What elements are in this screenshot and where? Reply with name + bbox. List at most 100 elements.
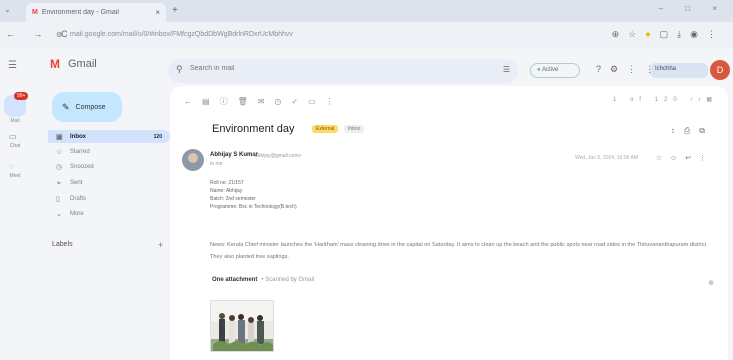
sidebar-item-more[interactable]: ⌄ More <box>48 207 170 220</box>
report-spam-icon[interactable]: ⓘ <box>220 97 238 106</box>
print-icon[interactable]: ⎙ <box>684 126 699 135</box>
attachment-thumbnail[interactable] <box>210 300 274 352</box>
bookmark-star-icon[interactable]: ☆ <box>628 29 645 39</box>
more-options-icon[interactable]: ⋮ <box>326 97 344 106</box>
sidebar-item-label: Drafts <box>70 195 87 202</box>
detail-line: Name: Abhijay <box>210 188 243 194</box>
tab-close-icon[interactable]: × <box>155 8 160 17</box>
gmail-window: ⌄ M Environment day - Gmail × + – □ × ← … <box>0 0 733 360</box>
pager: 1 of 120 ‹›▦ <box>613 96 718 103</box>
search-filter-icon[interactable]: ☰ <box>503 65 510 74</box>
account-chip[interactable]: Ichchha <box>650 63 708 78</box>
compose-button[interactable]: ✎ Compose <box>52 92 122 122</box>
add-task-icon[interactable]: ✓ <box>291 97 308 106</box>
archive-icon[interactable]: ▤ <box>202 97 220 106</box>
message-view: ←▤ⓘ🗑✉◷✓▭⋮ 1 of 120 ‹›▦ Environment day E… <box>170 86 728 360</box>
profile-icon[interactable]: ◉ <box>690 29 707 39</box>
new-tab-button[interactable]: + <box>172 5 178 16</box>
recipient-line[interactable]: to me <box>210 161 223 167</box>
scan-note: • Scanned by Gmail <box>261 277 315 283</box>
zoom-icon[interactable]: ⊕ <box>612 29 629 39</box>
back-arrow-icon[interactable]: ← <box>184 97 202 106</box>
sidebar-item-label: Snoozed <box>70 163 94 170</box>
snooze-icon[interactable]: ◷ <box>274 97 291 106</box>
labels-heading: Labels <box>52 241 73 248</box>
emoji-icon[interactable]: ☺ <box>670 155 685 162</box>
message-date: Wed, Jun 5, 2024, 10:00 AM <box>575 155 639 161</box>
browser-tab[interactable]: M Environment day - Gmail × <box>26 3 166 22</box>
chat-icon[interactable]: ▭ <box>9 132 17 141</box>
browser-action-icons: ⊕☆●▢⤓◉⋮ <box>612 29 725 40</box>
status-label: Active <box>541 67 559 73</box>
message-toolbar: ←▤ⓘ🗑✉◷✓▭⋮ <box>184 96 344 107</box>
nav-buttons[interactable]: ← → C <box>6 29 76 39</box>
sidebar-item-starred[interactable]: ☆ Starred <box>48 145 170 158</box>
sender-name[interactable]: Abhijay S Kumar <box>210 152 258 158</box>
browser-toolbar: ← → C ⚙ mail.google.com/mail/u/0/#inbox/… <box>0 22 733 48</box>
attachment-heading: One attachment • Scanned by Gmail <box>212 277 314 283</box>
browser-menu-icon[interactable]: ⋮ <box>707 29 725 39</box>
window-controls[interactable]: – □ × <box>659 4 727 13</box>
gmail-wordmark[interactable]: Gmail <box>68 58 97 70</box>
delete-icon[interactable]: 🗑 <box>238 97 258 106</box>
sidebar-item-sent[interactable]: ➢ Sent <box>48 176 170 189</box>
star-icon[interactable]: ☆ <box>656 155 670 162</box>
status-dot-icon: ● <box>537 67 541 73</box>
sender-avatar[interactable] <box>182 149 204 171</box>
student-details: Roll no: 21/157 Name: Abhijay Batch: 2nd… <box>210 179 297 211</box>
inbox-count: 120 <box>153 133 162 140</box>
tab-search-icon[interactable]: ⌄ <box>4 5 11 14</box>
sidebar-item-label: Sent <box>70 179 83 186</box>
message-action-icons: ☆☺↩⋮ <box>656 154 714 162</box>
gmail-logo-icon[interactable]: M <box>50 57 60 71</box>
sidebar-item-label: Starred <box>70 148 90 155</box>
reply-icon[interactable]: ↩ <box>685 155 699 162</box>
detail-line: Batch: 2nd semester <box>210 196 256 202</box>
open-new-window-icon[interactable]: ⧉ <box>699 126 714 135</box>
detail-line: Programme: Bsc in Technology(B.tech) <box>210 204 297 210</box>
settings-gear-icon[interactable]: ⚙ <box>610 64 627 74</box>
search-icon[interactable]: ⚲ <box>176 64 183 75</box>
chevron-down-icon: ⌄ <box>56 210 62 218</box>
rail-mail-badge: 99+ <box>14 92 29 100</box>
tab-title: Environment day - Gmail <box>41 9 119 16</box>
send-icon: ➢ <box>56 179 62 187</box>
meet-icon[interactable]: ◌ <box>9 162 14 171</box>
rail-mail-label: Mail <box>10 118 20 124</box>
mark-unread-icon[interactable]: ✉ <box>258 97 275 106</box>
add-label-icon[interactable]: + <box>158 240 163 250</box>
help-icon[interactable]: ? <box>596 64 610 74</box>
external-badge: External <box>312 125 339 133</box>
more-vert-icon[interactable]: ⋮ <box>699 155 714 162</box>
address-bar[interactable]: mail.google.com/mail/u/0/#inbox/FMfcgzQb… <box>70 28 550 43</box>
sidebar-icon[interactable]: ▢ <box>660 29 678 39</box>
rail-chat-label: Chat <box>9 143 21 149</box>
photo-image <box>211 301 273 351</box>
inbox-icon: ▣ <box>56 133 63 141</box>
input-tools-icon[interactable]: ▦ <box>706 97 718 103</box>
download-icon[interactable]: ⤓ <box>677 29 690 39</box>
pager-text: 1 of 120 <box>612 97 683 103</box>
site-info-icon[interactable]: ⚙ <box>56 31 62 39</box>
expand-all-icon[interactable]: ↕ <box>671 126 684 135</box>
gmail-favicon-icon: M <box>32 9 38 16</box>
sidebar-item-snoozed[interactable]: ◷ Snoozed <box>48 160 170 173</box>
add-to-drive-icon[interactable]: ⊕ <box>708 279 714 287</box>
search-input[interactable] <box>190 65 470 72</box>
user-avatar[interactable]: D <box>710 60 730 80</box>
main-menu-icon[interactable]: ☰ <box>8 60 17 71</box>
message-body: News: Kerala Chief minister launches the… <box>210 242 708 260</box>
extension-icon[interactable]: ● <box>645 29 659 39</box>
subject-icons: ↕⎙⧉ <box>671 126 714 136</box>
browser-tabstrip: ⌄ M Environment day - Gmail × + – □ × <box>0 0 733 22</box>
pencil-icon: ✎ <box>62 101 70 112</box>
rail-meet-label: Meet <box>9 173 21 179</box>
message-subject: Environment day <box>212 123 295 135</box>
sender-email: <abhijay@gmail.com> <box>252 153 302 159</box>
inbox-label-badge[interactable]: Inbox <box>344 125 365 133</box>
move-to-icon[interactable]: ▭ <box>308 97 326 106</box>
status-selector[interactable]: ● Active <box>530 63 580 78</box>
clock-icon: ◷ <box>56 163 63 171</box>
sidebar-item-inbox[interactable]: ▣ Inbox 120 <box>48 130 170 143</box>
sidebar-item-drafts[interactable]: ▯ Drafts <box>48 192 170 205</box>
